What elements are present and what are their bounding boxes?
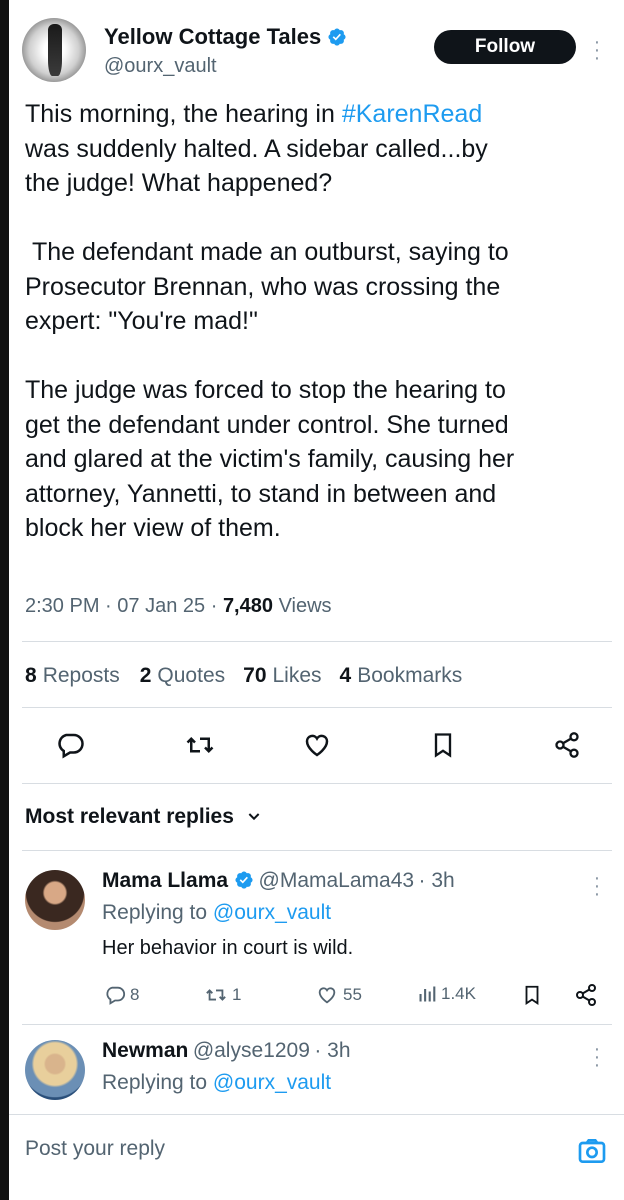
- author-display-name[interactable]: Yellow Cottage Tales: [104, 24, 347, 50]
- reply-text: Her behavior in court is wild.: [102, 937, 354, 959]
- author-avatar[interactable]: [22, 18, 86, 82]
- reply-action-repost[interactable]: 1: [204, 984, 241, 1006]
- quotes-stat[interactable]: 2 Quotes: [140, 664, 225, 688]
- replying-to-link[interactable]: @ourx_vault: [213, 901, 331, 924]
- repost-icon[interactable]: [180, 725, 220, 765]
- reply-author-handle[interactable]: @MamaLama43: [259, 869, 415, 892]
- reply-author-name[interactable]: Mama Llama: [102, 869, 228, 892]
- reply-author-handle[interactable]: @alyse1209: [193, 1039, 310, 1062]
- views-label: Views: [278, 595, 332, 617]
- share-icon[interactable]: [574, 983, 598, 1012]
- author-handle[interactable]: @ourx_vault: [104, 55, 217, 78]
- reply-input[interactable]: Post your reply: [25, 1137, 165, 1161]
- divider: [22, 783, 612, 784]
- tweet-meta: 2:30 PM · 07 Jan 25 · 7,480 Views: [25, 595, 332, 617]
- tweet-text: This morning, the hearing in #KarenRead …: [25, 100, 515, 542]
- likes-stat[interactable]: 70 Likes: [243, 664, 321, 688]
- bookmark-icon[interactable]: [423, 725, 463, 765]
- views-count: 7,480: [222, 595, 273, 617]
- like-icon: [318, 987, 336, 1004]
- reply-action-like[interactable]: 55: [315, 984, 362, 1006]
- left-edge-bar: [0, 0, 9, 1200]
- divider: [22, 1024, 612, 1025]
- tweet-time[interactable]: 2:30 PM: [25, 595, 99, 617]
- chevron-down-icon: [248, 813, 260, 821]
- tweet-date[interactable]: 07 Jan 25: [117, 595, 205, 617]
- reply-action-reply[interactable]: 8: [104, 984, 139, 1006]
- reply-avatar[interactable]: [25, 870, 85, 930]
- more-icon[interactable]: · · ·: [592, 32, 602, 68]
- replies-sort-dropdown[interactable]: Most relevant replies: [25, 805, 262, 829]
- reply-icon: [106, 986, 126, 1005]
- reply-action-views[interactable]: 1.4K: [417, 984, 476, 1004]
- views-icon: [419, 986, 436, 1002]
- tweet-action-bar: [25, 725, 585, 765]
- bookmarks-stat[interactable]: 4 Bookmarks: [340, 664, 463, 688]
- divider: [22, 707, 612, 708]
- hashtag-link[interactable]: #KarenRead: [342, 100, 482, 128]
- replying-to: Replying to @ourx_vault: [102, 1071, 332, 1094]
- divider: [9, 1114, 624, 1115]
- reposts-stat[interactable]: 8 Reposts: [25, 664, 120, 688]
- reply-header: Newman @alyse1209 · 3h: [102, 1039, 351, 1063]
- divider: [22, 850, 612, 851]
- tweet-stats: 8 Reposts 2 Quotes 70 Likes 4 Bookmarks: [25, 664, 462, 688]
- reply-time: · 3h: [418, 869, 455, 892]
- reply-header: Mama Llama @MamaLama43 · 3h: [102, 869, 455, 893]
- verified-badge-icon: [235, 871, 253, 889]
- camera-icon[interactable]: [575, 1135, 609, 1167]
- reply-icon[interactable]: [50, 725, 90, 765]
- repost-icon: [206, 989, 226, 1001]
- reply-author-name[interactable]: Newman: [102, 1039, 188, 1062]
- follow-button[interactable]: Follow: [434, 30, 576, 64]
- more-icon[interactable]: · · ·: [592, 868, 602, 904]
- reply-time: · 3h: [314, 1039, 351, 1062]
- divider: [22, 641, 612, 642]
- verified-badge-icon: [328, 28, 346, 46]
- bookmark-icon[interactable]: [521, 983, 543, 1012]
- like-icon[interactable]: [297, 725, 337, 765]
- replying-to: Replying to @ourx_vault: [102, 901, 332, 924]
- more-icon[interactable]: · · ·: [592, 1039, 602, 1075]
- replying-to-link[interactable]: @ourx_vault: [213, 1071, 331, 1094]
- share-icon[interactable]: [547, 725, 587, 765]
- reply-avatar[interactable]: [25, 1040, 85, 1100]
